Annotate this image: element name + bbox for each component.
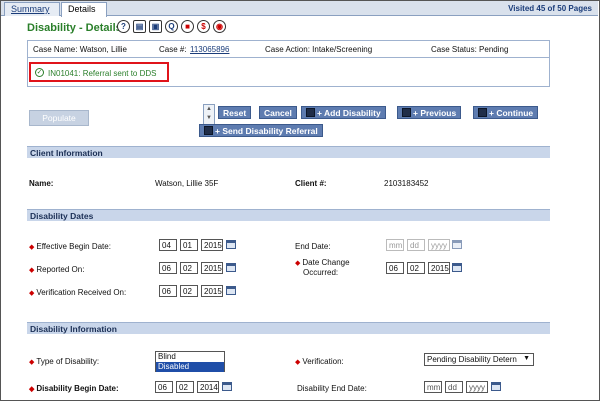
window-icon[interactable]: ▣ xyxy=(149,20,162,33)
option-disabled[interactable]: Disabled xyxy=(156,362,224,372)
reported-day-input[interactable]: 02 xyxy=(180,262,198,274)
populate-button[interactable]: Populate xyxy=(29,110,89,126)
section-disability-dates: Disability Dates xyxy=(27,209,550,221)
end-month-input[interactable]: mm xyxy=(386,239,404,251)
calendar-icon[interactable] xyxy=(226,263,236,272)
verification-select[interactable]: Pending Disability Detern ▼ xyxy=(424,353,534,366)
disability-end-date-label: Disability End Date: xyxy=(297,384,367,393)
tab-summary[interactable]: Summary xyxy=(4,2,60,16)
verification-day-input[interactable]: 02 xyxy=(180,285,198,297)
arrow-up-icon[interactable]: ▲ xyxy=(204,105,214,114)
save-icon xyxy=(402,108,411,117)
verification-received-label: ◆ Verification Received On: xyxy=(29,288,127,297)
calendar-icon[interactable] xyxy=(222,382,232,391)
verification-year-input[interactable]: 2015 xyxy=(201,285,223,297)
client-name-label: Name: xyxy=(29,179,54,188)
alert-message: IN01041: Referral sent to DDS xyxy=(48,69,157,78)
option-blind[interactable]: Blind xyxy=(156,352,224,362)
client-number-label: Client #: xyxy=(295,179,327,188)
add-disability-button[interactable]: + Add Disability xyxy=(301,106,386,119)
visited-pages-counter: Visited 45 of 50 Pages xyxy=(508,4,592,13)
begin-day-input[interactable]: 02 xyxy=(176,381,194,393)
tab-bar: Summary Details Visited 45 of 50 Pages xyxy=(1,1,598,17)
end-year-input[interactable]: yyyy xyxy=(428,239,450,251)
disability-end-month-input[interactable]: mm xyxy=(424,381,442,393)
chevron-down-icon: ▼ xyxy=(523,355,530,362)
reported-month-input[interactable]: 06 xyxy=(159,262,177,274)
calendar-icon[interactable] xyxy=(226,240,236,249)
page-title: Disability - Details xyxy=(27,22,122,34)
calendar-icon[interactable] xyxy=(452,240,462,249)
dollar-icon[interactable]: $ xyxy=(197,20,210,33)
date-change-occurred-label-line2: Occurred: xyxy=(303,268,339,277)
arrow-down-icon[interactable]: ▼ xyxy=(204,114,214,123)
calendar-icon[interactable] xyxy=(452,263,462,272)
check-circle-icon: ✓ xyxy=(35,68,44,77)
continue-button[interactable]: + Continue xyxy=(473,106,539,119)
case-header: Case Name: Watson, Lillie Case #: 113065… xyxy=(27,40,550,87)
case-number-label: Case #: xyxy=(159,45,187,54)
save-icon xyxy=(306,108,315,117)
change-month-input[interactable]: 06 xyxy=(386,262,404,274)
begin-month-input[interactable]: 06 xyxy=(155,381,173,393)
case-number-link[interactable]: 113065896 xyxy=(190,45,229,54)
record-icon[interactable]: ◉ xyxy=(213,20,226,33)
effective-month-input[interactable]: 04 xyxy=(159,239,177,251)
begin-year-input[interactable]: 2014 xyxy=(197,381,219,393)
disability-begin-date-label: ◆ Disability Begin Date: xyxy=(29,384,119,393)
disability-end-day-input[interactable]: dd xyxy=(445,381,463,393)
stop-icon[interactable]: ■ xyxy=(181,20,194,33)
verification-label: ◆ Verification: xyxy=(295,357,344,366)
change-day-input[interactable]: 02 xyxy=(407,262,425,274)
reported-on-label: ◆ Reported On: xyxy=(29,265,85,274)
query-icon[interactable]: Q xyxy=(165,20,178,33)
send-disability-referral-button[interactable]: + Send Disability Referral xyxy=(199,124,323,137)
end-date-label: End Date: xyxy=(295,242,331,251)
case-status: Case Status: Pending xyxy=(431,45,509,54)
case-name-label: Case Name: Watson, Lillie xyxy=(33,45,127,54)
disability-end-year-input[interactable]: yyyy xyxy=(466,381,488,393)
help-icon[interactable]: ? xyxy=(117,20,130,33)
verification-month-input[interactable]: 06 xyxy=(159,285,177,297)
previous-button[interactable]: + Previous xyxy=(397,106,462,119)
section-disability-information: Disability Information xyxy=(27,322,550,334)
client-number-value: 2103183452 xyxy=(384,179,429,188)
case-summary-row: Case Name: Watson, Lillie Case #: 113065… xyxy=(28,41,549,58)
reset-button[interactable]: Reset xyxy=(218,106,252,119)
calendar-icon[interactable] xyxy=(226,286,236,295)
section-client-information: Client Information xyxy=(27,146,550,158)
end-day-input[interactable]: dd xyxy=(407,239,425,251)
save-icon xyxy=(204,126,213,135)
order-arrows[interactable]: ▲ ▼ xyxy=(203,104,215,125)
date-change-occurred-label: ◆ Date Change xyxy=(295,258,350,267)
verification-selected-value: Pending Disability Detern xyxy=(427,355,517,364)
tab-details[interactable]: Details xyxy=(61,2,107,17)
cancel-button[interactable]: Cancel xyxy=(259,106,297,119)
change-year-input[interactable]: 2015 xyxy=(428,262,450,274)
case-action: Case Action: Intake/Screening xyxy=(265,45,373,54)
save-icon xyxy=(478,108,487,117)
title-icon-bar: ? ▤ ▣ Q ■ $ ◉ xyxy=(117,20,226,33)
notes-icon[interactable]: ▤ xyxy=(133,20,146,33)
effective-day-input[interactable]: 01 xyxy=(180,239,198,251)
client-name-value: Watson, Lillie 35F xyxy=(155,179,219,188)
reported-year-input[interactable]: 2015 xyxy=(201,262,223,274)
type-of-disability-label: ◆ Type of Disability: xyxy=(29,357,100,366)
type-of-disability-listbox[interactable]: Blind Disabled xyxy=(155,351,225,372)
referral-alert: ✓ IN01041: Referral sent to DDS xyxy=(29,62,169,82)
effective-begin-date-label: ◆ Effective Begin Date: xyxy=(29,242,111,251)
calendar-icon[interactable] xyxy=(491,382,501,391)
effective-year-input[interactable]: 2015 xyxy=(201,239,223,251)
